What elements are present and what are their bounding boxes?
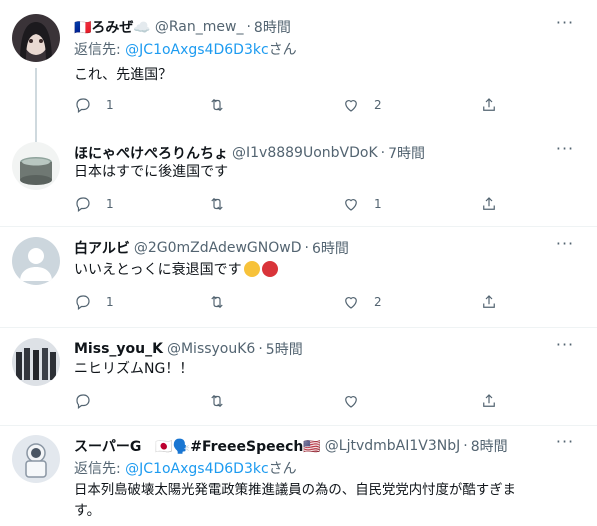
heart-icon bbox=[345, 100, 357, 112]
user-handle[interactable]: @MissyouK6 bbox=[167, 341, 255, 357]
separator-dot: · bbox=[246, 19, 251, 35]
tweet-actions: 1 2 bbox=[74, 293, 514, 313]
tweet-text: いいえとっくに衰退国です bbox=[74, 262, 242, 278]
like-button[interactable]: 2 bbox=[342, 96, 382, 114]
user-handle[interactable]: @2G0mZdAdewGNOwD bbox=[134, 240, 302, 256]
avatar[interactable] bbox=[12, 237, 60, 285]
heart-icon bbox=[345, 396, 357, 408]
like-button[interactable] bbox=[342, 392, 360, 410]
retweet-icon bbox=[211, 197, 223, 211]
reply-prefix: 返信先: bbox=[74, 42, 126, 58]
more-icon[interactable]: ··· bbox=[555, 337, 575, 358]
tweet-text-line-2: す。 bbox=[74, 503, 101, 519]
reply-to: 返信先: @JC1oAxgs4D6D3kcさん bbox=[74, 39, 297, 59]
display-name[interactable]: スーパーG 🇯🇵🗣️#FreeeSpeech🇺🇸 bbox=[74, 436, 321, 456]
separator-dot: · bbox=[304, 240, 309, 256]
tweet-5[interactable]: スーパーG 🇯🇵🗣️#FreeeSpeech🇺🇸 @LjtvdmbAI1V3Nb… bbox=[0, 426, 597, 526]
thread-line bbox=[35, 130, 37, 142]
like-count: 2 bbox=[374, 98, 382, 112]
avatar[interactable] bbox=[12, 435, 60, 483]
user-handle[interactable]: @Ran_mew_ bbox=[155, 19, 244, 35]
more-icon[interactable]: ··· bbox=[555, 141, 575, 162]
timestamp[interactable]: 8時間 bbox=[471, 436, 508, 456]
thread-line bbox=[35, 68, 37, 130]
retweet-button[interactable] bbox=[208, 392, 226, 410]
reply-button[interactable] bbox=[74, 392, 92, 410]
like-count: 1 bbox=[374, 197, 382, 211]
reply-icon bbox=[76, 295, 90, 310]
separator-dot: · bbox=[380, 145, 386, 161]
reply-suffix: さん bbox=[268, 461, 297, 477]
retweet-button[interactable] bbox=[208, 293, 226, 311]
like-count: 2 bbox=[374, 295, 382, 309]
separator-dot: · bbox=[258, 341, 263, 357]
share-button[interactable] bbox=[480, 392, 498, 410]
user-handle[interactable]: @LjtvdmbAI1V3NbJ bbox=[325, 438, 460, 454]
tweet-actions: 1 2 bbox=[74, 96, 514, 116]
timestamp[interactable]: 5時間 bbox=[266, 339, 303, 359]
share-icon bbox=[483, 197, 495, 210]
more-icon[interactable]: ··· bbox=[555, 236, 575, 257]
avatar[interactable] bbox=[12, 142, 60, 190]
reply-count: 1 bbox=[106, 197, 114, 211]
avatar[interactable] bbox=[12, 338, 60, 386]
tweet-4[interactable]: Miss_you_K @MissyouK6 · 5時間 ··· ニヒリズムNG！… bbox=[0, 328, 597, 426]
retweet-icon bbox=[211, 394, 223, 408]
tweet-text: これ、先進国？ bbox=[74, 67, 173, 83]
reply-to: 返信先: @JC1oAxgs4D6D3kcさん bbox=[74, 458, 297, 478]
tweet-text: 日本はすでに後進国です bbox=[74, 164, 229, 180]
reply-mention-link[interactable]: @JC1oAxgs4D6D3kc bbox=[125, 42, 269, 58]
share-button[interactable] bbox=[480, 195, 498, 213]
share-icon bbox=[483, 295, 495, 308]
display-name[interactable]: Miss_you_K bbox=[74, 341, 163, 357]
timestamp[interactable]: 8時間 bbox=[254, 17, 291, 37]
user-handle[interactable]: @I1v8889UonbVDoK bbox=[232, 145, 378, 161]
angry-face-icon bbox=[261, 261, 278, 277]
reply-button[interactable]: 1 bbox=[74, 195, 114, 213]
avatar[interactable] bbox=[12, 14, 60, 62]
reply-prefix: 返信先: bbox=[74, 461, 126, 477]
timestamp[interactable]: 6時間 bbox=[312, 238, 349, 258]
display-name[interactable]: ほにゃぺけぺろりんちょ bbox=[74, 143, 228, 163]
retweet-button[interactable] bbox=[208, 96, 226, 114]
retweet-button[interactable] bbox=[208, 195, 226, 213]
reply-count: 1 bbox=[106, 295, 114, 309]
share-icon bbox=[483, 394, 495, 407]
timestamp[interactable]: 7時間 bbox=[388, 143, 425, 163]
reply-suffix: さん bbox=[268, 42, 297, 58]
share-button[interactable] bbox=[480, 293, 498, 311]
retweet-icon bbox=[211, 98, 223, 112]
reply-count: 1 bbox=[106, 98, 114, 112]
tweet-1[interactable]: 🇫🇷ろみぜ☁️ @Ran_mew_ · 8時間 ··· 返信先: @JC1oAx… bbox=[0, 0, 597, 130]
crying-face-icon bbox=[243, 261, 260, 277]
heart-icon bbox=[345, 199, 357, 211]
reply-button[interactable]: 1 bbox=[74, 293, 114, 311]
reply-icon bbox=[76, 197, 90, 212]
tweet-text: ニヒリズムNG！！ bbox=[74, 361, 194, 377]
like-button[interactable]: 1 bbox=[342, 195, 382, 213]
reply-mention-link[interactable]: @JC1oAxgs4D6D3kc bbox=[125, 461, 269, 477]
more-icon[interactable]: ··· bbox=[555, 15, 575, 36]
tweet-actions: 1 1 bbox=[74, 195, 514, 215]
tweet-3[interactable]: 白アルビ @2G0mZdAdewGNOwD · 6時間 ··· いいえとっくに衰… bbox=[0, 227, 597, 328]
reply-button[interactable]: 1 bbox=[74, 96, 114, 114]
like-button[interactable]: 2 bbox=[342, 293, 382, 311]
tweet-2[interactable]: ほにゃぺけぺろりんちょ @I1v8889UonbVDoK · 7時間 ··· 日… bbox=[0, 130, 597, 228]
tweet-text-line-1: 日本列島破壊太陽光発電政策推進議員の為の、自民党党内忖度が酷すぎま bbox=[74, 483, 516, 498]
display-name[interactable]: 白アルビ bbox=[74, 238, 130, 258]
more-icon[interactable]: ··· bbox=[555, 434, 575, 455]
reply-icon bbox=[76, 98, 90, 113]
reply-icon bbox=[76, 394, 90, 409]
share-button[interactable] bbox=[480, 96, 498, 114]
tweet-text-row: いいえとっくに衰退国です bbox=[74, 260, 278, 280]
tweet-actions bbox=[74, 392, 514, 412]
heart-icon bbox=[345, 297, 357, 309]
display-name[interactable]: 🇫🇷ろみぜ☁️ bbox=[74, 17, 151, 37]
share-icon bbox=[483, 98, 495, 111]
retweet-icon bbox=[211, 295, 223, 309]
separator-dot: · bbox=[463, 438, 468, 454]
